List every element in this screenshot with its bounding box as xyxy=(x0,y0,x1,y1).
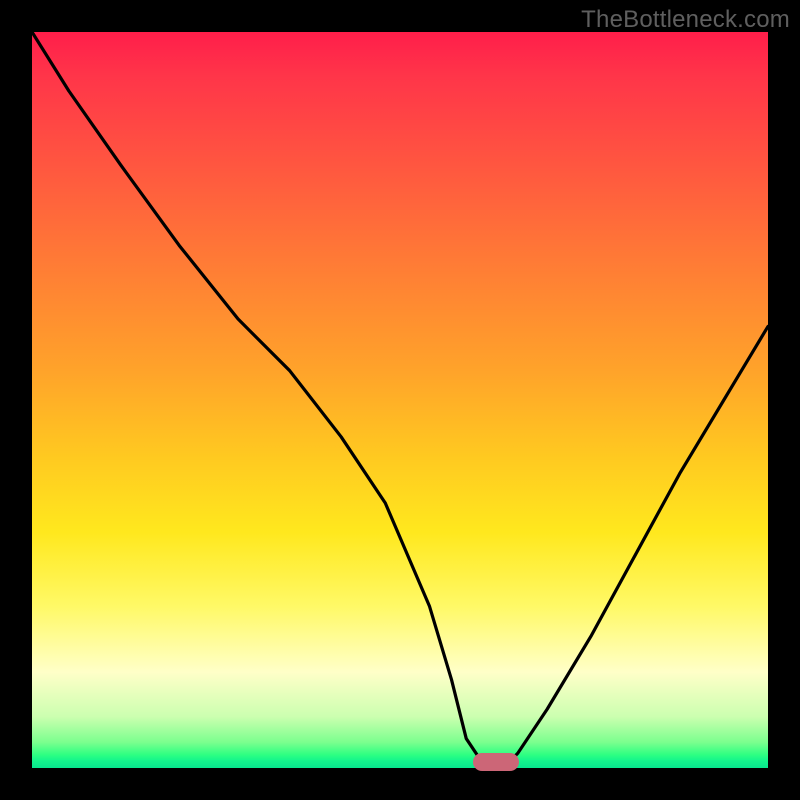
optimal-marker xyxy=(473,753,519,771)
bottleneck-curve xyxy=(32,32,768,768)
chart-frame: TheBottleneck.com xyxy=(0,0,800,800)
curve-path xyxy=(32,32,768,768)
attribution-text: TheBottleneck.com xyxy=(581,6,790,34)
